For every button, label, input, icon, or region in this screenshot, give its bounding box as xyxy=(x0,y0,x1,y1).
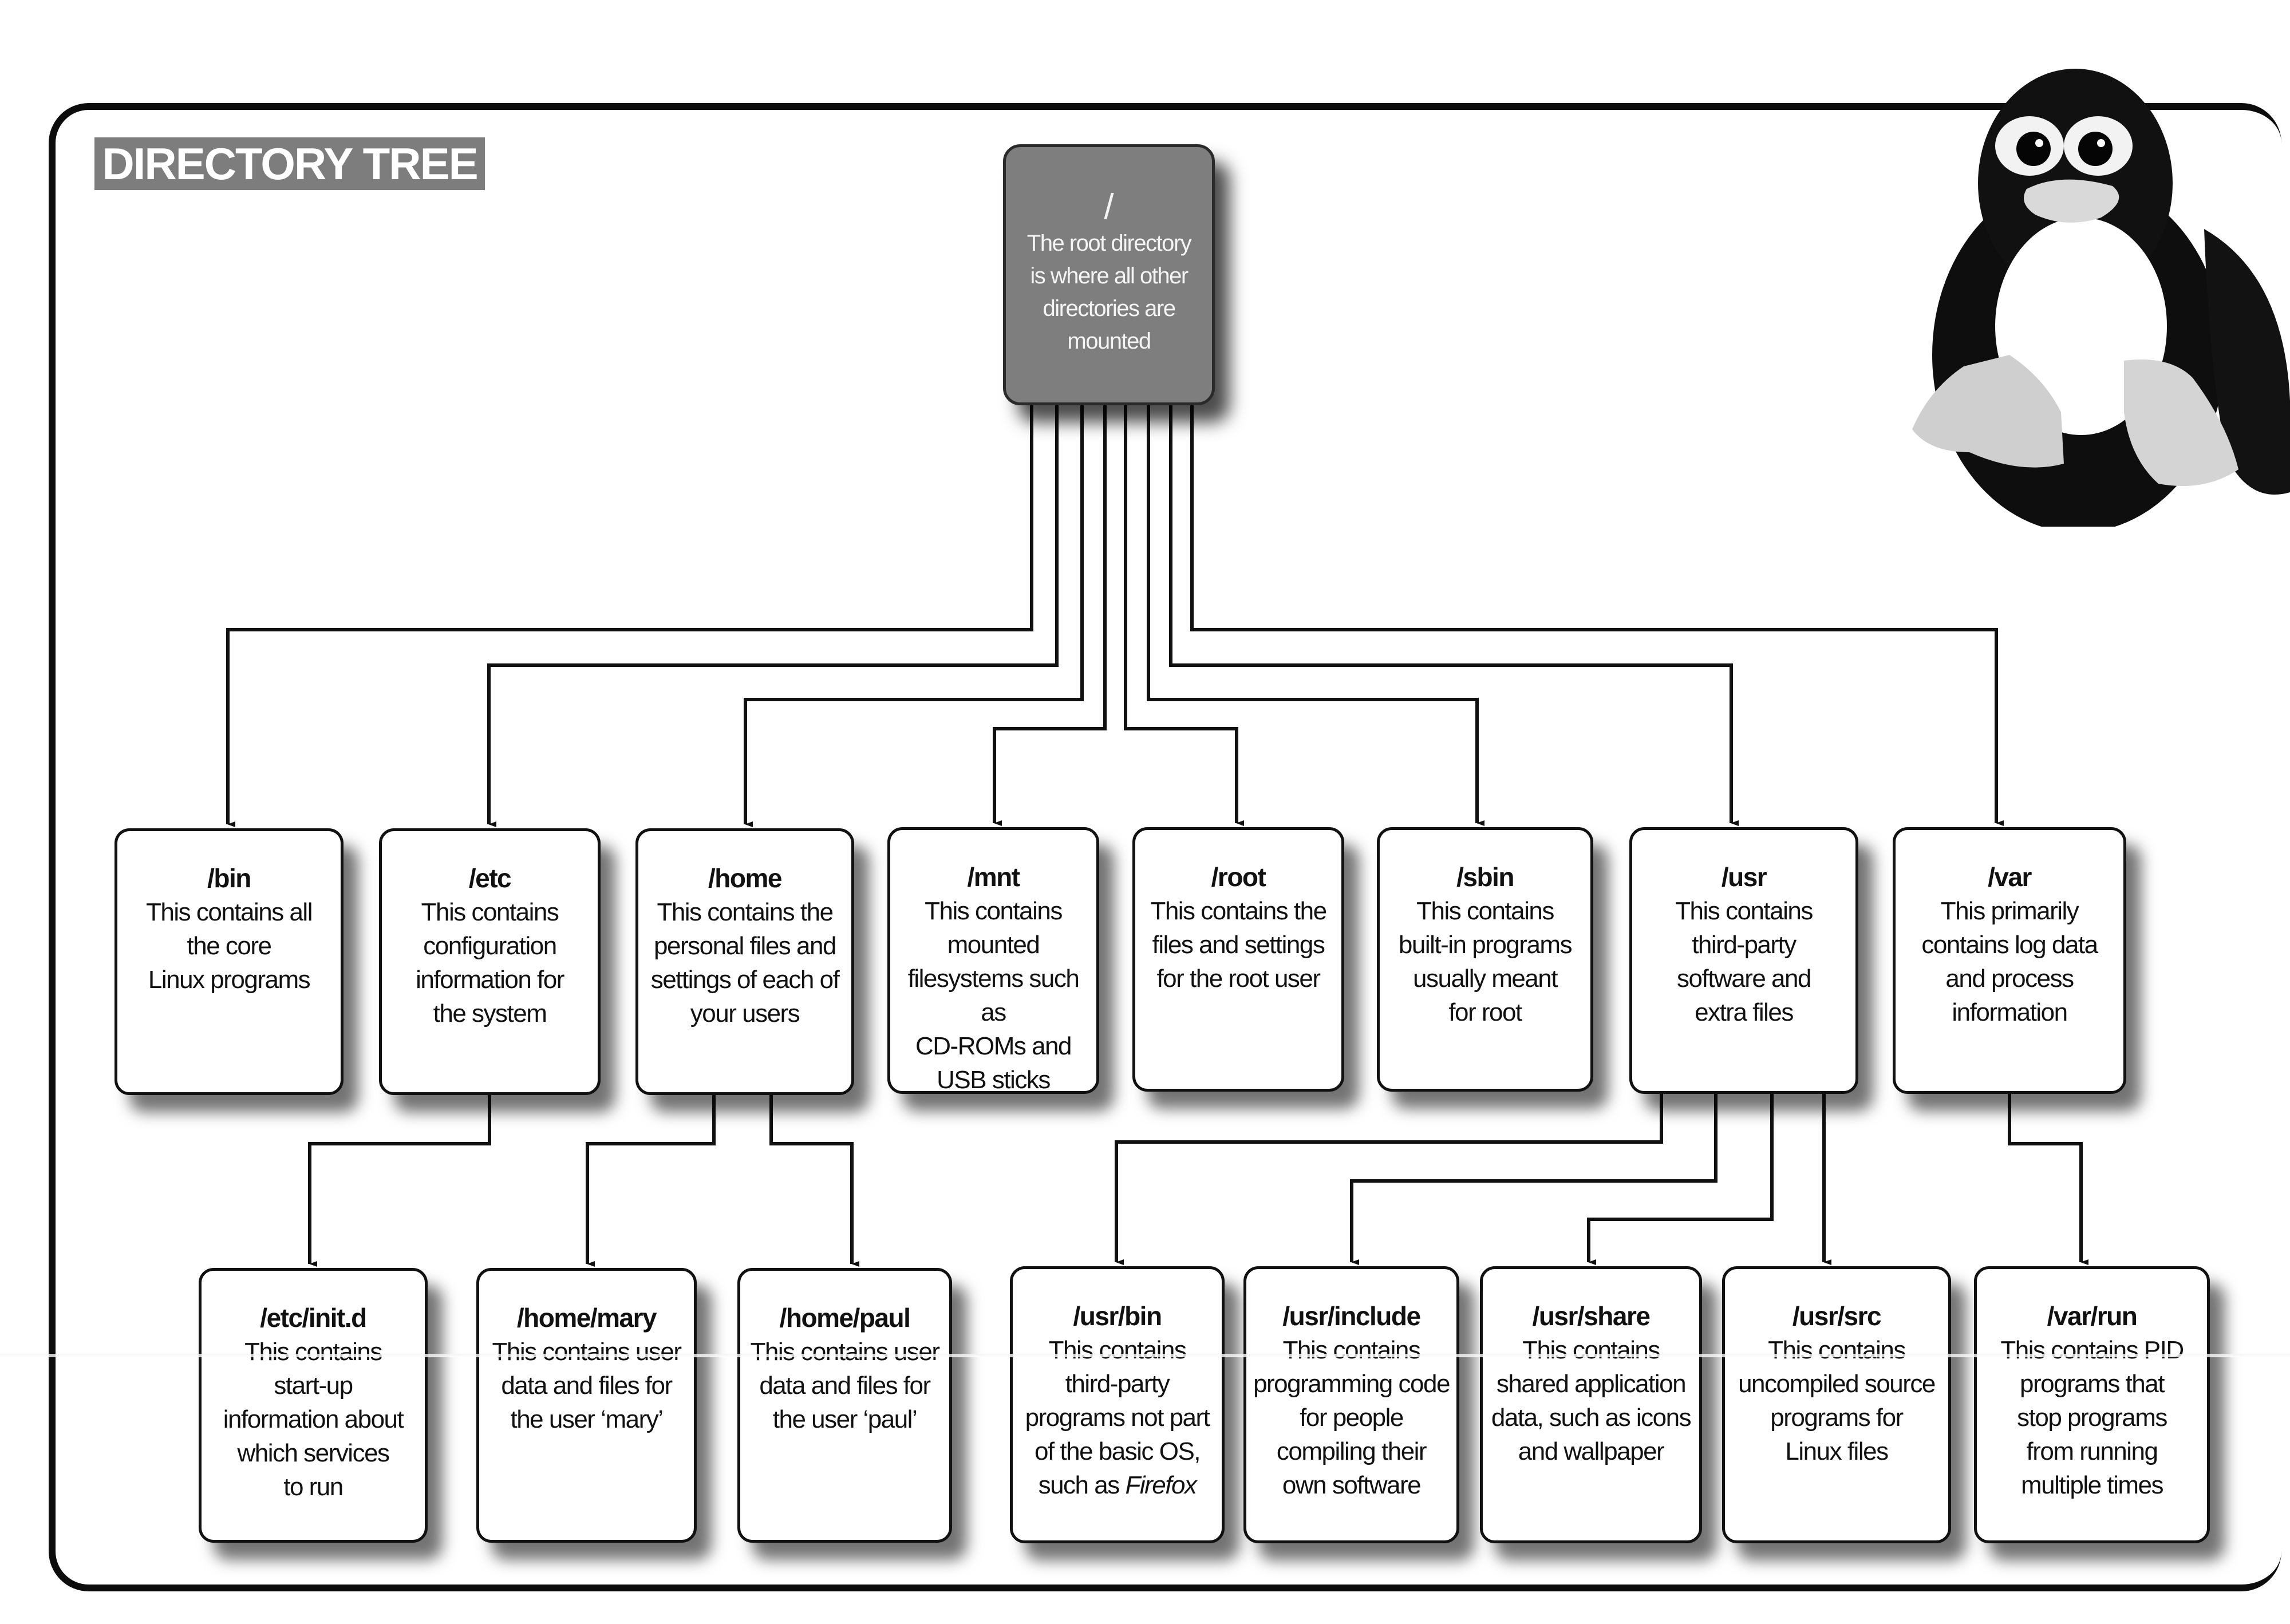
connector-root-var xyxy=(1190,405,2004,826)
node-description: This contains start-up information about… xyxy=(223,1338,404,1501)
node-name: /etc/init.d xyxy=(260,1303,367,1333)
node-name: /var/run xyxy=(2047,1301,2138,1331)
node-description: This contains the files and settings for… xyxy=(1150,897,1327,993)
directory-tree-diagram: DIRECTORY TREE / The root directory is w… xyxy=(0,0,2290,1624)
node-name: /var xyxy=(1988,862,2032,892)
tux-penguin-icon xyxy=(1912,69,2290,527)
node-name: / xyxy=(1104,187,1114,227)
node-description: This contains programming code for peopl… xyxy=(1253,1336,1450,1499)
node-home[interactable]: /home This contains the personal files a… xyxy=(635,828,854,1095)
node-name: /home xyxy=(708,863,782,893)
node-name: /bin xyxy=(207,863,251,893)
root-directory-node[interactable]: / The root directory is where all other … xyxy=(1003,144,1215,405)
node-description: This contains mounted filesystems such a… xyxy=(907,897,1080,1094)
node-home-mary[interactable]: /home/mary This contains user data and f… xyxy=(476,1268,697,1543)
node-description: The root directory is where all other di… xyxy=(1026,231,1192,354)
node-description: This contains third-party programs not p… xyxy=(1013,1333,1222,1502)
node-var-run[interactable]: /var/run This contains PID programs that… xyxy=(1974,1266,2210,1543)
connector-var-run xyxy=(2008,1094,2088,1265)
node-home-paul[interactable]: /home/paul This contains user data and f… xyxy=(737,1268,952,1543)
connector-root-etc xyxy=(487,405,1059,827)
connector-etc-initd xyxy=(308,1095,491,1267)
node-name: /root xyxy=(1211,862,1266,892)
scan-artifact xyxy=(0,1354,2290,1357)
connector-root-root xyxy=(1124,405,1244,826)
node-name: /usr/bin xyxy=(1073,1301,1162,1331)
connector-root-mnt xyxy=(993,405,1107,826)
node-mnt[interactable]: /mnt This contains mounted filesystems s… xyxy=(887,827,1099,1094)
node-name: /home/mary xyxy=(516,1303,657,1333)
diagram-title: DIRECTORY TREE xyxy=(94,137,485,190)
node-usr-share[interactable]: /usr/share This contains shared applicat… xyxy=(1480,1266,1702,1543)
connector-usr-bin xyxy=(1115,1094,1663,1265)
node-root[interactable]: /root This contains the files and settin… xyxy=(1132,827,1344,1092)
node-description: This contains third-party software and e… xyxy=(1675,897,1813,1026)
connector-usr-share xyxy=(1587,1094,1774,1265)
connector-root-usr xyxy=(1169,405,1739,826)
node-description: This contains configuration information … xyxy=(416,898,564,1028)
node-name: /sbin xyxy=(1456,862,1514,892)
node-usr-src[interactable]: /usr/src This contains uncompiled source… xyxy=(1722,1266,1951,1543)
node-usr-include[interactable]: /usr/include This contains programming c… xyxy=(1243,1266,1459,1543)
connector-home-mary xyxy=(586,1095,716,1267)
connector-root-bin xyxy=(226,405,1033,827)
node-name: /usr xyxy=(1721,862,1767,892)
firefox-emphasis: Firefox xyxy=(1125,1471,1197,1499)
node-description: This contains user data and files for th… xyxy=(750,1338,940,1433)
node-description: This contains all the core Linux program… xyxy=(146,898,313,994)
node-description: This primarily contains log data and pro… xyxy=(1921,897,2098,1026)
node-name: /usr/include xyxy=(1282,1301,1421,1331)
node-sbin[interactable]: /sbin This contains built-in programs us… xyxy=(1377,827,1593,1092)
node-description: This contains PID programs that stop pro… xyxy=(2000,1336,2184,1499)
node-etc-init-d[interactable]: /etc/init.d This contains start-up infor… xyxy=(199,1268,428,1543)
node-var[interactable]: /var This primarily contains log data an… xyxy=(1893,827,2126,1094)
node-usr[interactable]: /usr This contains third-party software … xyxy=(1629,827,1858,1094)
node-usr-bin[interactable]: /usr/bin This contains third-party progr… xyxy=(1010,1266,1225,1543)
connector-root-sbin xyxy=(1147,405,1484,826)
node-name: /mnt xyxy=(967,862,1020,892)
node-name: /usr/share xyxy=(1532,1301,1651,1331)
node-etc[interactable]: /etc This contains configuration informa… xyxy=(379,828,601,1095)
node-name: /home/paul xyxy=(779,1303,911,1333)
node-description: This contains the personal files and set… xyxy=(650,898,840,1028)
node-description: This contains user data and files for th… xyxy=(492,1338,682,1433)
node-name: /usr/src xyxy=(1792,1301,1882,1331)
node-description: This contains built-in programs usually … xyxy=(1398,897,1573,1026)
node-bin[interactable]: /bin This contains all the core Linux pr… xyxy=(114,828,344,1095)
connector-home-paul xyxy=(769,1095,859,1267)
node-name: /etc xyxy=(468,863,512,893)
